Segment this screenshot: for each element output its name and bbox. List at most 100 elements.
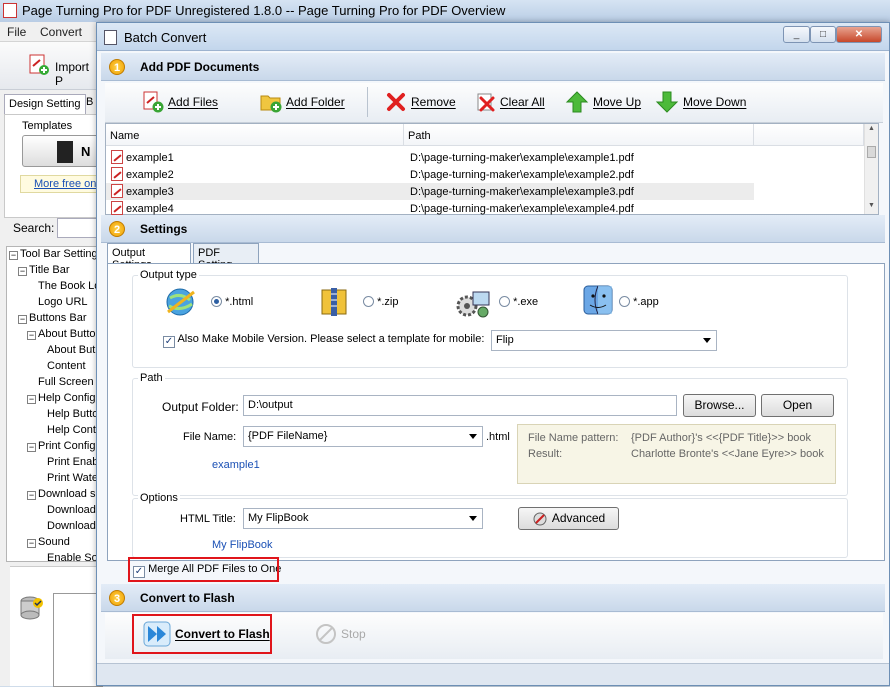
tree-item[interactable]: Download: [47, 504, 96, 520]
output-zip-option[interactable]: *.zip: [363, 296, 398, 308]
html-globe-icon: [164, 286, 200, 321]
file-name-select[interactable]: {PDF FileName}: [243, 426, 483, 447]
tree-expander-icon[interactable]: −: [18, 267, 27, 276]
output-html-option[interactable]: *.html: [211, 296, 253, 308]
mobile-version-option[interactable]: ✓ Also Make Mobile Version. Please selec…: [163, 333, 484, 348]
close-button[interactable]: ✕: [836, 26, 882, 43]
pdf-file-list[interactable]: Name Path example1 D:\page-turning-maker\…: [105, 123, 879, 215]
tree-expander-icon[interactable]: −: [18, 315, 27, 324]
template-button[interactable]: N: [22, 135, 102, 167]
column-header-path[interactable]: Path: [404, 124, 754, 146]
html-title-preview: My FlipBook: [212, 539, 273, 551]
menu-convert[interactable]: Convert: [40, 25, 82, 39]
output-exe-option[interactable]: *.exe: [499, 296, 538, 308]
tree-expander-icon[interactable]: −: [27, 443, 36, 452]
book-icon: [57, 141, 73, 163]
file-row[interactable]: example3 D:\page-turning-maker\example\ex…: [106, 183, 754, 200]
browse-button[interactable]: Browse...: [683, 394, 756, 417]
stop-button[interactable]: Stop: [315, 623, 366, 645]
file-name-value: {PDF FileName}: [248, 430, 328, 442]
add-folder-button[interactable]: Add Folder: [259, 89, 345, 115]
tree-item[interactable]: Content: [47, 360, 86, 376]
tree-item[interactable]: About But: [47, 344, 95, 360]
clear-all-button[interactable]: Clear All: [475, 89, 545, 115]
output-folder-input[interactable]: D:\output: [243, 395, 677, 416]
add-files-button[interactable]: Add Files: [141, 89, 218, 115]
tab-design-setting[interactable]: Design Setting: [4, 94, 86, 114]
tree-item[interactable]: − Download se: [27, 488, 99, 504]
result-value: Charlotte Bronte's <<Jane Eyre>> book: [631, 448, 824, 460]
advanced-label: Advanced: [551, 511, 606, 525]
file-name-label: File Name:: [183, 431, 237, 443]
scrollbar-thumb[interactable]: [867, 146, 876, 158]
tree-expander-icon[interactable]: −: [27, 395, 36, 404]
tree-expander-icon[interactable]: −: [9, 251, 18, 260]
tree-expander-icon[interactable]: −: [27, 491, 36, 500]
tab-output-settings[interactable]: Output Settings: [107, 243, 191, 271]
move-down-label: Move Down: [683, 95, 747, 109]
move-up-button[interactable]: Move Up: [565, 89, 641, 115]
tree-item[interactable]: Enable So: [47, 552, 98, 561]
pdf-file-icon: [111, 150, 123, 164]
file-path-cell: D:\page-turning-maker\example\example3.p…: [410, 186, 634, 198]
remove-button[interactable]: Remove: [385, 89, 456, 115]
tree-item[interactable]: Print Wate: [47, 472, 98, 488]
tree-item[interactable]: − Help Config: [27, 392, 95, 408]
tree-item[interactable]: Help Butto: [47, 408, 98, 424]
column-header-name[interactable]: Name: [106, 124, 404, 146]
maximize-button[interactable]: □: [810, 26, 836, 43]
settings-wrench-icon: [533, 512, 547, 525]
dialog-title-bar: Batch Convert _ □ ✕: [97, 23, 889, 51]
file-row[interactable]: example1 D:\page-turning-maker\example\ex…: [106, 149, 754, 166]
import-pdf-icon: [28, 54, 50, 76]
radio-app[interactable]: [619, 296, 630, 307]
tree-item[interactable]: Help Cont: [47, 424, 96, 440]
output-app-label: *.app: [633, 296, 659, 308]
mobile-version-checkbox[interactable]: ✓: [163, 336, 175, 348]
clear-all-icon: [477, 93, 495, 112]
tree-item[interactable]: Print Enab: [47, 456, 98, 472]
tab-other[interactable]: B: [86, 96, 93, 108]
file-name-cell: example4: [126, 203, 174, 215]
file-row[interactable]: example2 D:\page-turning-maker\example\ex…: [106, 166, 754, 183]
tree-item[interactable]: Logo URL: [38, 296, 88, 312]
more-free-link[interactable]: More free on: [34, 178, 96, 190]
html-title-select[interactable]: My FlipBook: [243, 508, 483, 529]
tree-expander-icon[interactable]: −: [27, 539, 36, 548]
tree-item[interactable]: − Buttons Bar: [18, 312, 86, 328]
import-button[interactable]: Import P: [55, 60, 100, 88]
tree-item[interactable]: The Book Lo: [38, 280, 99, 296]
tree-item[interactable]: − Print Config: [27, 440, 95, 456]
file-toolbar: Add Files Add Folder Remove Clear All Mo…: [105, 83, 883, 123]
output-folder-label: Output Folder:: [162, 400, 239, 414]
radio-html[interactable]: [211, 296, 222, 307]
tree-item[interactable]: − Sound: [27, 536, 70, 552]
pattern-value: {PDF Author}'s <<{PDF Title}>> book: [631, 432, 812, 444]
tree-item[interactable]: Download: [47, 520, 96, 536]
radio-exe[interactable]: [499, 296, 510, 307]
tree-item[interactable]: − Title Bar: [18, 264, 70, 280]
main-menu-bar: File Convert: [0, 22, 100, 42]
advanced-button[interactable]: Advanced: [518, 507, 619, 530]
open-button[interactable]: Open: [761, 394, 834, 417]
tree-expander-icon[interactable]: −: [27, 331, 36, 340]
file-path-cell: D:\page-turning-maker\example\example4.p…: [410, 203, 634, 215]
radio-zip[interactable]: [363, 296, 374, 307]
move-down-button[interactable]: Move Down: [655, 89, 746, 115]
search-input[interactable]: [57, 218, 100, 238]
minimize-button[interactable]: _: [783, 26, 810, 43]
tree-item[interactable]: Full Screen: [38, 376, 94, 392]
menu-file[interactable]: File: [7, 25, 26, 39]
section-number-1: 1: [109, 59, 125, 75]
mobile-template-select[interactable]: Flip: [491, 330, 717, 351]
file-list-scrollbar[interactable]: ▲ ▼: [864, 124, 878, 214]
templates-panel: Templates N More free on: [4, 114, 102, 218]
chevron-down-icon: [703, 338, 711, 343]
tree-item[interactable]: − Tool Bar Setting: [9, 248, 98, 264]
tab-pdf-setting[interactable]: PDF Setting: [193, 243, 259, 271]
main-title-bar: Page Turning Pro for PDF Unregistered 1.…: [0, 0, 890, 22]
section-number-2: 2: [109, 221, 125, 237]
convert-highlight-box: [132, 614, 272, 654]
output-app-option[interactable]: *.app: [619, 296, 659, 308]
tree-item[interactable]: − About Butto: [27, 328, 96, 344]
